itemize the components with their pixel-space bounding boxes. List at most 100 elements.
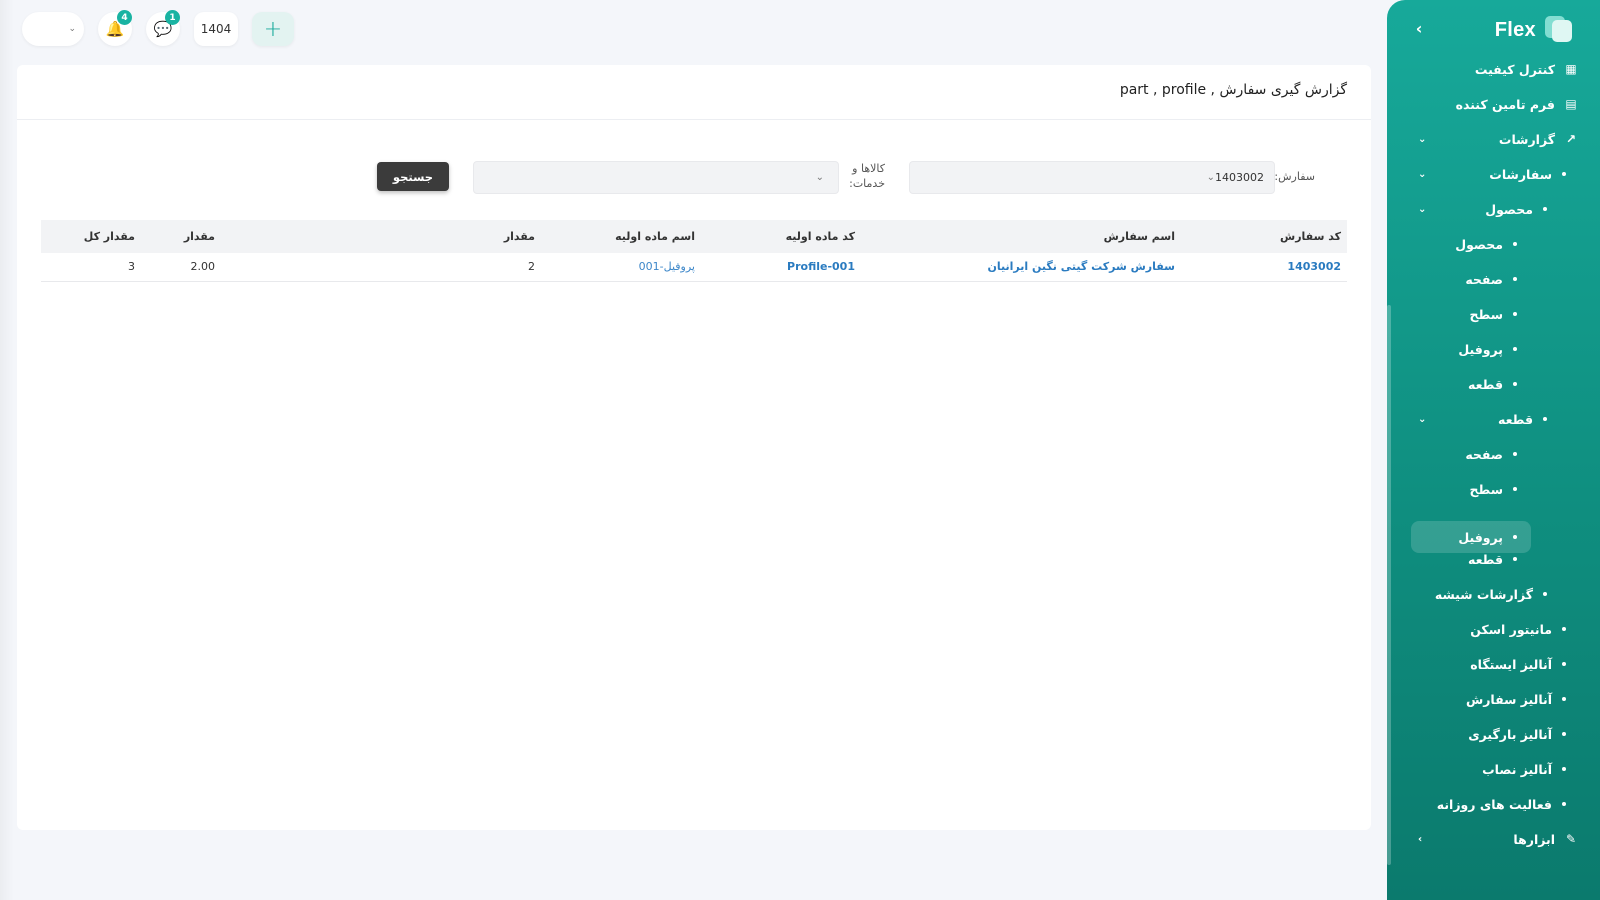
sidebar-scrollbar[interactable] bbox=[1387, 305, 1391, 865]
top-bar: ⌄ 🔔 4 💬 1 1404 + bbox=[22, 12, 294, 46]
header-material-code[interactable]: کد ماده اولیه bbox=[701, 220, 861, 253]
logo-icon bbox=[1544, 16, 1572, 44]
header-quantity-2[interactable]: مقدار bbox=[141, 220, 221, 253]
document-icon: ▤ bbox=[1564, 97, 1578, 111]
order-code-link[interactable]: 1403002 bbox=[1181, 253, 1347, 281]
header-material-name[interactable]: اسم ماده اولیه bbox=[541, 220, 701, 253]
brand-logo[interactable]: Flex bbox=[1495, 14, 1572, 46]
bullet-icon bbox=[1513, 382, 1517, 386]
sidebar-item-part-sheet[interactable]: صفحه bbox=[1465, 439, 1517, 469]
bullet-icon bbox=[1513, 487, 1517, 491]
goods-filter-label: کالاها و خدمات: bbox=[849, 161, 885, 191]
sidebar-item-product-profile[interactable]: پروفیل bbox=[1458, 334, 1517, 364]
chart-line-icon: ↗ bbox=[1564, 132, 1578, 146]
sidebar-item-orders[interactable]: ⌄ سفارشات bbox=[1387, 159, 1566, 189]
sidebar-item-product-part[interactable]: قطعه bbox=[1468, 369, 1517, 399]
bullet-icon bbox=[1513, 242, 1517, 246]
sidebar-item-label: فرم تامین کننده bbox=[1456, 97, 1555, 112]
sidebar-item-product[interactable]: محصول bbox=[1455, 229, 1517, 259]
plus-icon: + bbox=[264, 17, 282, 42]
material-code-link[interactable]: Profile-001 bbox=[701, 253, 861, 281]
header-quantity[interactable]: مقدار bbox=[221, 220, 541, 253]
bullet-icon bbox=[1562, 732, 1566, 736]
sidebar-item-part-group[interactable]: ⌄ قطعه bbox=[1387, 404, 1547, 434]
sidebar-item-order-analysis[interactable]: آنالیز سفارش bbox=[1466, 684, 1566, 714]
messages-badge: 1 bbox=[165, 10, 180, 25]
sidebar-item-label: کنترل کیفیت bbox=[1475, 62, 1555, 77]
pencil-icon: ✎ bbox=[1564, 832, 1578, 846]
sidebar-item-daily-activities[interactable]: فعالیت های روزانه bbox=[1437, 789, 1566, 819]
bullet-icon bbox=[1543, 417, 1547, 421]
chevron-down-icon: ⌄ bbox=[1418, 169, 1426, 180]
sidebar-item-reports[interactable]: ⌄ گزارشات ↗ bbox=[1387, 124, 1578, 154]
header-total-quantity[interactable]: مقدار کل bbox=[41, 220, 141, 253]
sidebar-item-label: قطعه bbox=[1498, 412, 1533, 427]
header-order-code[interactable]: کد سفارش bbox=[1181, 220, 1347, 253]
bullet-icon bbox=[1513, 312, 1517, 316]
sidebar-item-station-analysis[interactable]: آنالیز ایستگاه bbox=[1470, 649, 1566, 679]
order-name-link[interactable]: سفارش شرکت گیتی نگین ایرانیان bbox=[861, 253, 1181, 281]
header-order-name[interactable]: اسم سفارش bbox=[861, 220, 1181, 253]
table-icon: ▦ bbox=[1564, 62, 1578, 76]
chevron-left-icon: ‹ bbox=[1418, 834, 1422, 845]
sidebar-item-part-surface[interactable]: سطح bbox=[1470, 474, 1517, 504]
table-header-row: کد سفارش اسم سفارش کد ماده اولیه اسم ماد… bbox=[41, 220, 1347, 253]
sidebar: Flex ‹ کنترل کیفیت ▦ فرم تامین کننده ▤ ⌄… bbox=[1387, 0, 1600, 900]
page-edge-shadow bbox=[0, 0, 14, 900]
sidebar-item-installer-analysis[interactable]: آنالیز نصاب bbox=[1482, 754, 1566, 784]
sidebar-item-label: سطح bbox=[1470, 307, 1503, 322]
user-menu[interactable]: ⌄ bbox=[22, 12, 84, 46]
material-name-link[interactable]: پروفیل-001 bbox=[541, 253, 701, 281]
brand-name: Flex bbox=[1495, 19, 1536, 42]
chevron-down-icon: ⌄ bbox=[1418, 204, 1426, 215]
search-button[interactable]: جستجو bbox=[377, 162, 449, 191]
collapse-sidebar-button[interactable]: ‹ bbox=[1409, 18, 1429, 38]
order-select-value: 1403002 bbox=[1215, 171, 1264, 184]
bullet-icon bbox=[1513, 557, 1517, 561]
sidebar-item-label: گزارشات bbox=[1499, 132, 1555, 147]
fiscal-year-button[interactable]: 1404 bbox=[194, 12, 238, 46]
notifications-badge: 4 bbox=[117, 10, 132, 25]
total-quantity-cell: 3 bbox=[41, 253, 141, 281]
sidebar-item-label: آنالیز بارگیری bbox=[1468, 727, 1552, 742]
sidebar-item-label: گزارشات شیشه bbox=[1435, 587, 1533, 602]
sidebar-item-label: قطعه bbox=[1468, 552, 1503, 567]
bullet-icon bbox=[1513, 452, 1517, 456]
bullet-icon bbox=[1543, 592, 1547, 596]
notifications-button[interactable]: 🔔 4 bbox=[98, 12, 132, 46]
card-header: گزارش گیری سفارش , part , profile bbox=[17, 65, 1371, 120]
sidebar-item-part-part[interactable]: قطعه bbox=[1468, 544, 1517, 574]
goods-filter-label-line1: کالاها و bbox=[849, 161, 885, 176]
sidebar-item-label: محصول bbox=[1455, 237, 1503, 252]
sidebar-item-label: آنالیز ایستگاه bbox=[1470, 657, 1552, 672]
sidebar-item-product-surface[interactable]: سطح bbox=[1470, 299, 1517, 329]
chevron-down-icon: ⌄ bbox=[68, 24, 76, 34]
sidebar-item-label: پروفیل bbox=[1458, 342, 1503, 357]
bullet-icon bbox=[1562, 627, 1566, 631]
page-title: گزارش گیری سفارش , part , profile bbox=[1120, 82, 1347, 98]
chevron-down-icon: ⌄ bbox=[1418, 134, 1426, 145]
add-button[interactable]: + bbox=[252, 12, 294, 46]
sidebar-item-scan-monitor[interactable]: مانیتور اسکن bbox=[1470, 614, 1566, 644]
messages-button[interactable]: 💬 1 bbox=[146, 12, 180, 46]
bullet-icon bbox=[1562, 767, 1566, 771]
sidebar-item-quality-control[interactable]: کنترل کیفیت ▦ bbox=[1475, 54, 1578, 84]
bullet-icon bbox=[1513, 535, 1517, 539]
sidebar-item-supplier-form[interactable]: فرم تامین کننده ▤ bbox=[1456, 89, 1578, 119]
sidebar-item-label: ابزارها bbox=[1513, 832, 1555, 847]
sidebar-item-label: قطعه bbox=[1468, 377, 1503, 392]
goods-select[interactable]: ⌄ bbox=[473, 161, 839, 194]
bullet-icon bbox=[1562, 802, 1566, 806]
sidebar-item-product-sheet[interactable]: صفحه bbox=[1465, 264, 1517, 294]
chevron-left-icon: ‹ bbox=[1416, 19, 1423, 38]
sidebar-item-loading-analysis[interactable]: آنالیز بارگیری bbox=[1468, 719, 1566, 749]
sidebar-item-product-group[interactable]: ⌄ محصول bbox=[1387, 194, 1547, 224]
sidebar-item-label: صفحه bbox=[1465, 272, 1503, 287]
bullet-icon bbox=[1562, 172, 1566, 176]
quantity-2-cell: 2.00 bbox=[141, 253, 221, 281]
sidebar-item-tools[interactable]: ‹ ابزارها ✎ bbox=[1387, 824, 1578, 854]
chevron-down-icon: ⌄ bbox=[1207, 172, 1215, 183]
sidebar-item-glass-reports[interactable]: گزارشات شیشه bbox=[1435, 579, 1547, 609]
order-select[interactable]: ⌄ 1403002 bbox=[909, 161, 1275, 194]
sidebar-item-label: فعالیت های روزانه bbox=[1437, 797, 1552, 812]
